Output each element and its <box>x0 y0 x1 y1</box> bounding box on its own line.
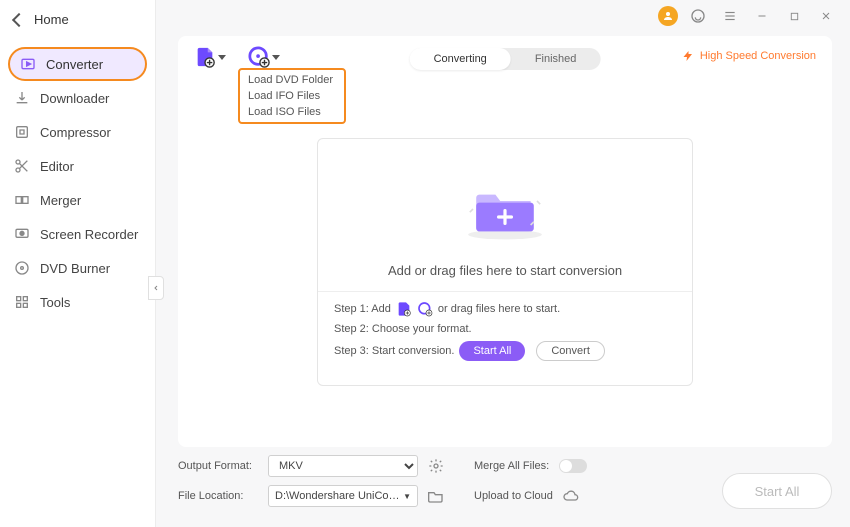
disc-dropdown: Load DVD Folder Load IFO Files Load ISO … <box>238 68 346 124</box>
sidebar-item-downloader[interactable]: Downloader <box>0 81 155 115</box>
file-location-label: File Location: <box>178 490 258 502</box>
steps: Step 1: Add or drag files here to start.… <box>334 301 605 367</box>
start-all-main-button[interactable]: Start All <box>722 473 832 509</box>
sidebar-item-tools[interactable]: Tools <box>0 285 155 319</box>
download-icon <box>14 90 30 106</box>
tabs: Converting Finished <box>410 48 601 70</box>
sidebar-item-label: Tools <box>40 295 70 310</box>
file-add-icon <box>396 301 412 317</box>
sidebar-item-editor[interactable]: Editor <box>0 149 155 183</box>
grid-icon <box>14 294 30 310</box>
high-speed-label: High Speed Conversion <box>700 50 816 62</box>
high-speed-toggle[interactable]: High Speed Conversion <box>682 50 816 62</box>
folder-icon[interactable] <box>428 488 444 504</box>
step2: Step 2: Choose your format. <box>334 323 472 335</box>
bolt-icon <box>682 50 694 62</box>
main-panel: Load DVD Folder Load IFO Files Load ISO … <box>178 36 832 447</box>
sidebar-item-dvd-burner[interactable]: DVD Burner <box>0 251 155 285</box>
tab-converting[interactable]: Converting <box>410 48 511 70</box>
add-file-button[interactable] <box>194 46 226 68</box>
merge-label: Merge All Files: <box>474 460 549 472</box>
sidebar-item-merger[interactable]: Merger <box>0 183 155 217</box>
sidebar-item-label: Screen Recorder <box>40 227 138 242</box>
step3: Step 3: Start conversion. <box>334 345 454 357</box>
dropdown-item-iso[interactable]: Load ISO Files <box>240 104 344 120</box>
chevron-down-icon <box>218 55 226 60</box>
record-icon <box>14 226 30 242</box>
sidebar-back[interactable]: Home <box>0 0 155 39</box>
step1-suffix: or drag files here to start. <box>438 303 560 315</box>
sidebar-item-label: DVD Burner <box>40 261 110 276</box>
sidebar-item-label: Downloader <box>40 91 109 106</box>
disc-add-icon <box>248 46 270 68</box>
home-label: Home <box>34 12 69 27</box>
sidebar: Home Converter Downloader Compressor Edi… <box>0 0 156 527</box>
file-add-icon <box>194 46 216 68</box>
chevron-down-icon <box>272 55 280 60</box>
sidebar-item-label: Merger <box>40 193 81 208</box>
convert-button[interactable]: Convert <box>536 341 605 361</box>
sidebar-item-label: Editor <box>40 159 74 174</box>
sidebar-item-label: Compressor <box>40 125 111 140</box>
file-location-select[interactable]: D:\Wondershare UniConverter 1 ▼ <box>268 485 418 507</box>
folder-plus-icon <box>463 177 547 241</box>
sidebar-item-converter[interactable]: Converter <box>8 47 147 81</box>
start-all-button[interactable]: Start All <box>459 341 525 361</box>
dropdown-item-dvd-folder[interactable]: Load DVD Folder <box>240 72 344 88</box>
sidebar-item-screen-recorder[interactable]: Screen Recorder <box>0 217 155 251</box>
compress-icon <box>14 124 30 140</box>
bottom-bar: Output Format: MKV Merge All Files: File… <box>178 455 832 519</box>
sidebar-item-compressor[interactable]: Compressor <box>0 115 155 149</box>
scissors-icon <box>14 158 30 174</box>
cloud-icon[interactable] <box>563 488 579 504</box>
chevron-left-icon <box>12 12 26 26</box>
merge-toggle[interactable] <box>559 459 587 473</box>
merge-icon <box>14 192 30 208</box>
converter-icon <box>20 56 36 72</box>
gear-icon[interactable] <box>428 458 444 474</box>
step1-prefix: Step 1: Add <box>334 303 391 315</box>
sidebar-item-label: Converter <box>46 57 103 72</box>
dropdown-item-ifo[interactable]: Load IFO Files <box>240 88 344 104</box>
upload-label: Upload to Cloud <box>474 490 553 502</box>
output-format-label: Output Format: <box>178 460 258 472</box>
dropzone-text: Add or drag files here to start conversi… <box>318 263 692 278</box>
output-format-select[interactable]: MKV <box>268 455 418 477</box>
disc-add-icon <box>417 301 433 317</box>
disc-icon <box>14 260 30 276</box>
tab-finished[interactable]: Finished <box>511 48 601 70</box>
load-disc-button[interactable] <box>248 46 280 68</box>
dropzone[interactable]: Add or drag files here to start conversi… <box>317 138 693 386</box>
